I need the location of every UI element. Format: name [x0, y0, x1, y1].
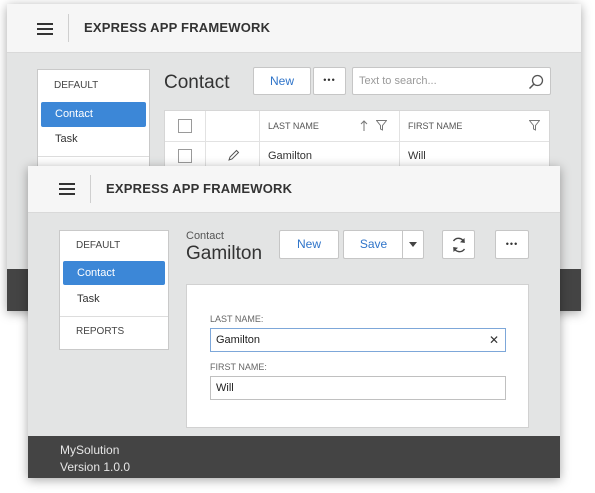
contacts-grid: LAST NAME FIRST NAME Gamilton Will	[164, 110, 550, 170]
detail-view-window: EXPRESS APP FRAMEWORK DEFAULT Contact Ta…	[28, 166, 560, 478]
nav-divider	[38, 156, 149, 157]
select-all-checkbox[interactable]	[178, 119, 192, 133]
navigation-panel: DEFAULT Contact Task REPORTS	[59, 230, 169, 350]
nav-group-reports[interactable]: REPORTS	[60, 317, 168, 347]
search-icon[interactable]	[528, 74, 544, 90]
search-input[interactable]: Text to search...	[359, 75, 437, 87]
search-box[interactable]: Text to search...	[352, 67, 551, 95]
nav-item-task[interactable]: Task	[41, 127, 146, 152]
nav-item-contact[interactable]: Contact	[41, 102, 146, 127]
view-title: Contact	[164, 72, 230, 93]
first-name-label: FIRST NAME:	[210, 362, 267, 372]
refresh-button[interactable]	[442, 230, 475, 259]
navigation-panel: DEFAULT Contact Task	[37, 69, 150, 179]
new-button[interactable]: New	[279, 230, 339, 259]
save-options-dropdown[interactable]	[402, 230, 424, 259]
contact-detail-form: LAST NAME: Gamilton ✕ FIRST NAME: Will	[186, 284, 529, 428]
more-actions-button[interactable]: •••	[495, 230, 529, 259]
grid-header-row: LAST NAME FIRST NAME	[165, 111, 549, 142]
app-title: EXPRESS APP FRAMEWORK	[84, 20, 271, 35]
column-first-name[interactable]: FIRST NAME	[408, 111, 462, 141]
header-divider	[68, 14, 69, 42]
filter-icon[interactable]	[529, 120, 540, 131]
app-footer: MySolution Version 1.0.0	[28, 436, 560, 478]
header-divider	[90, 175, 91, 203]
row-checkbox[interactable]	[178, 149, 192, 163]
nav-item-task[interactable]: Task	[63, 287, 165, 311]
app-title: EXPRESS APP FRAMEWORK	[106, 181, 293, 196]
record-title: Gamilton	[186, 243, 263, 264]
app-header: EXPRESS APP FRAMEWORK	[28, 166, 560, 213]
hamburger-icon[interactable]	[59, 183, 75, 195]
last-name-field[interactable]: Gamilton ✕	[210, 328, 506, 352]
nav-group-default[interactable]: DEFAULT	[60, 231, 168, 261]
nav-item-contact[interactable]: Contact	[63, 261, 165, 285]
more-actions-button[interactable]: •••	[313, 67, 346, 95]
first-name-field[interactable]: Will	[210, 376, 506, 400]
save-button[interactable]: Save	[343, 230, 403, 259]
breadcrumb: Contact	[186, 230, 224, 242]
version-label: Version 1.0.0	[60, 460, 131, 474]
new-button[interactable]: New	[253, 67, 311, 95]
column-last-name[interactable]: LAST NAME	[268, 111, 319, 141]
first-name-value[interactable]: Will	[216, 382, 234, 394]
dropdown-caret-icon	[409, 242, 417, 247]
refresh-icon	[452, 237, 466, 253]
last-name-value[interactable]: Gamilton	[216, 334, 260, 346]
clear-icon[interactable]: ✕	[489, 329, 499, 351]
solution-name: MySolution	[60, 443, 120, 457]
edit-pencil-icon[interactable]	[227, 149, 240, 162]
hamburger-icon[interactable]	[37, 23, 53, 35]
nav-group-default[interactable]: DEFAULT	[38, 70, 149, 102]
app-header: EXPRESS APP FRAMEWORK	[7, 4, 581, 53]
filter-icon[interactable]	[376, 120, 387, 131]
last-name-label: LAST NAME:	[210, 314, 264, 324]
sort-up-icon[interactable]	[360, 120, 368, 132]
